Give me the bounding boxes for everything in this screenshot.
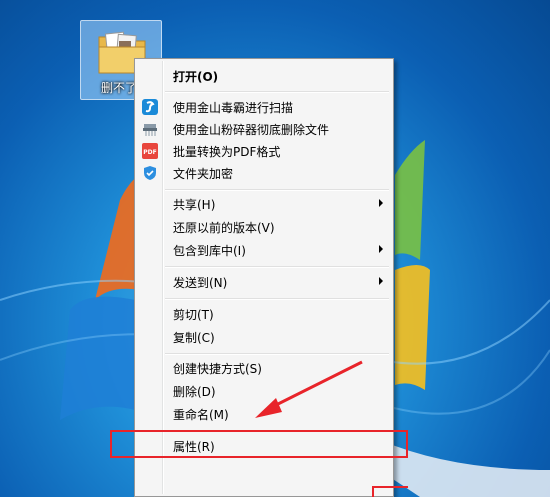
menu-item-folder-encrypt[interactable]: 文件夹加密 [137,162,391,184]
menu-item-create-shortcut[interactable]: 创建快捷方式(S) [137,357,391,379]
shredder-icon [143,124,157,136]
menu-item-open[interactable]: 打开(O) [137,65,391,87]
menu-item-delete-label: 删除(D) [173,385,216,399]
menu-item-send-to-label: 发送到(N) [173,276,228,290]
menu-item-folder-encrypt-label: 文件夹加密 [173,167,234,181]
shield-icon [144,166,156,180]
menu-item-delete[interactable]: 删除(D) [137,380,391,402]
menu-separator [165,189,389,191]
menu-item-create-shortcut-label: 创建快捷方式(S) [173,362,262,376]
menu-item-kingsoft-scan[interactable]: 使用金山毒霸进行扫描 [137,96,391,118]
menu-item-convert-pdf[interactable]: PDF 批量转换为PDF格式 [137,140,391,162]
submenu-arrow-icon [379,245,383,253]
menu-separator [165,353,389,355]
pdf-icon: PDF [142,143,158,159]
menu-separator [165,91,389,93]
menu-item-send-to[interactable]: 发送到(N) [137,271,391,293]
menu-item-kingsoft-shred[interactable]: 使用金山粉碎器彻底删除文件 [137,118,391,140]
menu-item-copy[interactable]: 复制(C) [137,326,391,348]
menu-item-kingsoft-shred-label: 使用金山粉碎器彻底删除文件 [173,123,330,137]
menu-item-restore-versions[interactable]: 还原以前的版本(V) [137,216,391,238]
submenu-arrow-icon [379,199,383,207]
menu-separator [165,266,389,268]
menu-item-convert-pdf-label: 批量转换为PDF格式 [173,145,281,159]
menu-item-cut[interactable]: 剪切(T) [137,303,391,325]
menu-item-share-label: 共享(H) [173,198,216,212]
menu-item-restore-versions-label: 还原以前的版本(V) [173,221,275,235]
annotation-highlight-box [372,486,408,497]
menu-item-cut-label: 剪切(T) [173,308,214,322]
menu-separator [165,298,389,300]
desktop-background: 删不了 打开(O) 使用金山毒霸进行扫描 使用金山粉碎器彻底删除文件 PDF 批… [0,0,550,497]
annotation-highlight-box [110,430,408,458]
menu-item-copy-label: 复制(C) [173,331,215,345]
menu-item-share[interactable]: 共享(H) [137,193,391,215]
menu-item-rename[interactable]: 重命名(M) [137,403,391,425]
submenu-arrow-icon [379,277,383,285]
svg-text:PDF: PDF [143,149,156,156]
menu-item-include-library[interactable]: 包含到库中(I) [137,239,391,261]
menu-item-kingsoft-scan-label: 使用金山毒霸进行扫描 [173,101,294,115]
menu-item-open-label: 打开(O) [173,70,219,84]
menu-item-include-library-label: 包含到库中(I) [173,244,246,258]
menu-item-rename-label: 重命名(M) [173,408,229,422]
kingsoft-antivirus-icon [142,99,158,115]
